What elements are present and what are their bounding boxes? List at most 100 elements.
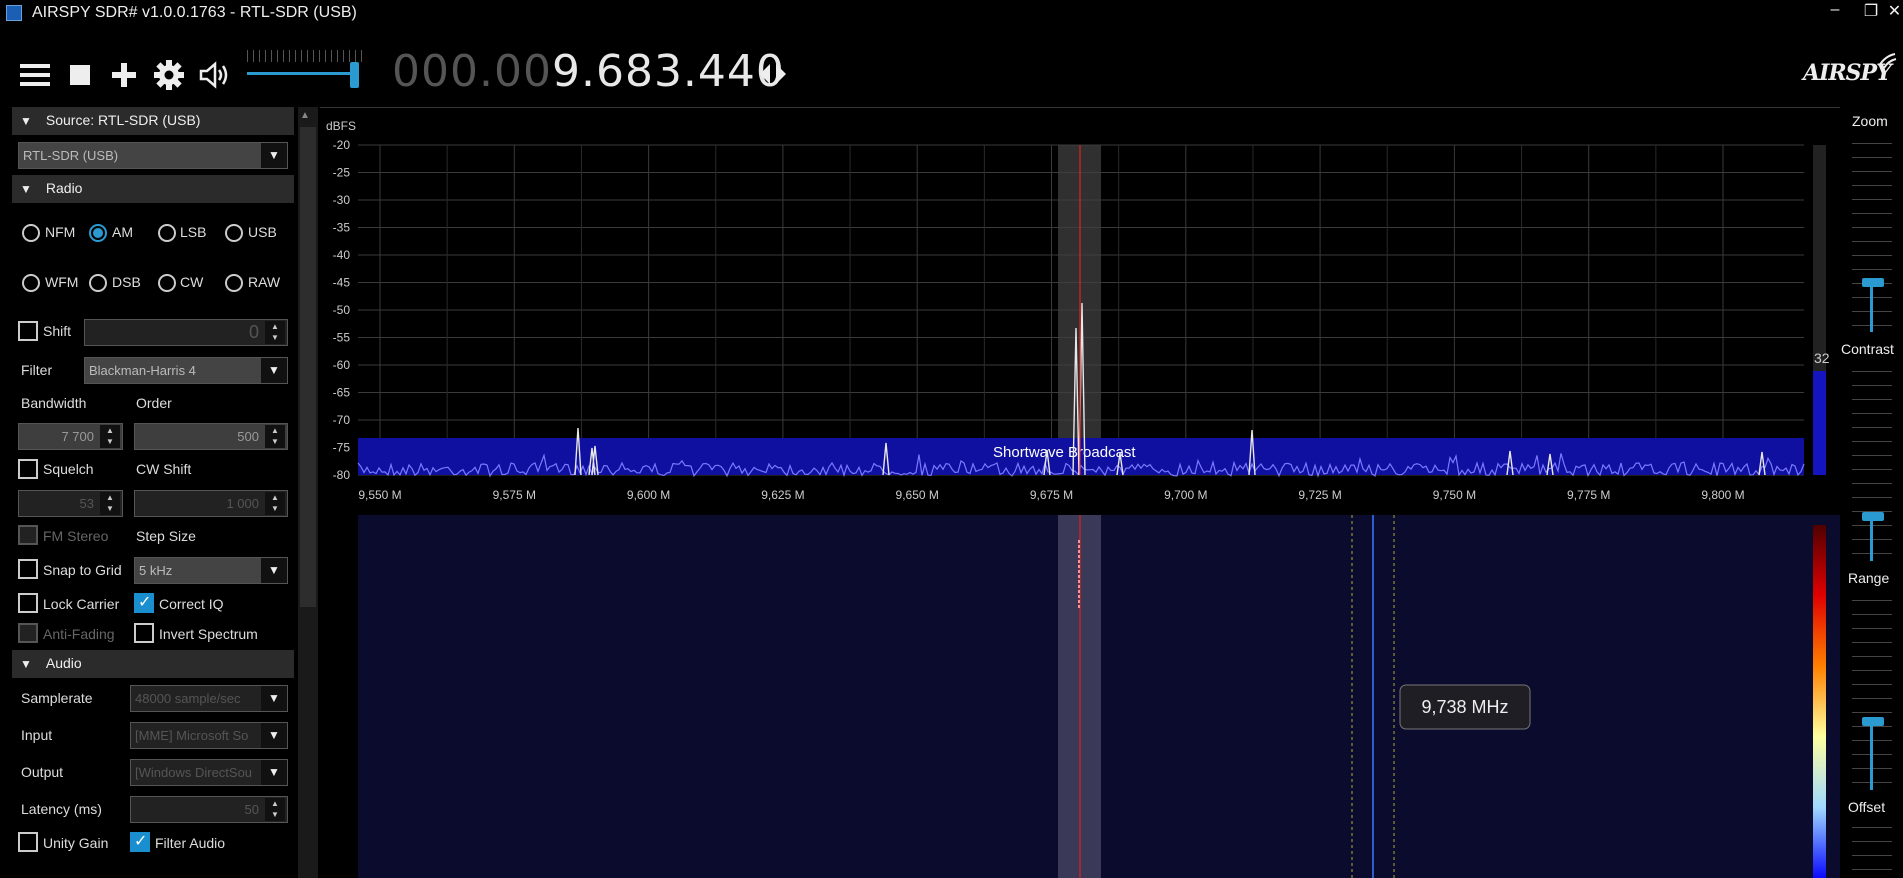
zoom-thumb[interactable] — [1862, 278, 1884, 287]
left-panel-scroll-thumb[interactable] — [300, 127, 316, 607]
volume-slider[interactable] — [247, 72, 357, 75]
anti-fading-checkbox[interactable] — [18, 623, 38, 643]
y-tick-label: -20 — [333, 138, 351, 152]
squelch-checkbox[interactable] — [18, 459, 38, 479]
radio-mode-am[interactable] — [89, 224, 107, 242]
bandwidth-field[interactable]: 7 700 ▲ ▼ — [18, 423, 123, 450]
samplerate-select[interactable]: 48000 sample/sec ▼ — [130, 685, 288, 712]
tune-arrows-icon[interactable] — [756, 57, 790, 91]
output-select[interactable]: [Windows DirectSou ▼ — [130, 759, 288, 786]
radio-mode-nfm[interactable] — [22, 224, 40, 242]
snap-to-grid-checkbox[interactable] — [18, 559, 38, 579]
filter-label: Filter — [21, 362, 53, 378]
waterfall-colormap — [1813, 525, 1826, 878]
squelch-label: Squelch — [43, 461, 94, 477]
order-field[interactable]: 500 ▲ ▼ — [134, 423, 288, 450]
radio-mode-lsb[interactable] — [158, 224, 176, 242]
chevron-down-icon: ▼ — [261, 358, 287, 383]
correct-iq-checkbox[interactable] — [134, 592, 154, 613]
filter-select[interactable]: Blackman-Harris 4 ▼ — [84, 357, 288, 384]
volume-thumb[interactable] — [350, 62, 359, 88]
samplerate-label: Samplerate — [21, 690, 93, 706]
spectrum-panel[interactable]: -20 -25 -30 -35 -40 -45 -50 -55 -60 -65 -70 -75 -80 … — [320, 107, 1840, 511]
fm-stereo-label: FM Stereo — [43, 528, 109, 544]
waterfall-plot[interactable]: 9,738 MHz — [320, 515, 1840, 878]
step-size-label: Step Size — [136, 528, 196, 544]
radio-mode-dsb[interactable] — [89, 274, 107, 292]
range-thumb[interactable] — [1862, 717, 1884, 726]
frequency-tooltip-text: 9,738 MHz — [1421, 697, 1508, 717]
menu-icon[interactable] — [18, 58, 52, 92]
spinner-icon[interactable]: ▲ ▼ — [265, 492, 285, 515]
radio-mode-wfm[interactable] — [22, 274, 40, 292]
speaker-icon[interactable] — [197, 58, 231, 92]
right-panel: Zoom Contrast Range Offset — [1840, 107, 1903, 878]
input-label: Input — [21, 727, 53, 743]
app-icon — [6, 5, 22, 21]
source-header-label: Source: RTL-SDR (USB) — [45, 112, 201, 128]
latency-value: 50 — [244, 802, 259, 817]
spinner-icon[interactable]: ▲ ▼ — [100, 492, 120, 515]
chevron-down-icon: ▼ — [261, 686, 287, 711]
invert-spectrum-label: Invert Spectrum — [159, 626, 258, 642]
stop-icon[interactable] — [63, 58, 97, 92]
spinner-icon[interactable]: ▲ ▼ — [100, 425, 120, 448]
input-select[interactable]: [MME] Microsoft So ▼ — [130, 722, 288, 749]
y-tick-label: -70 — [333, 413, 351, 427]
filter-audio-label: Filter Audio — [155, 835, 226, 851]
order-label: Order — [136, 395, 172, 411]
waterfall-panel[interactable]: 9,738 MHz — [320, 515, 1840, 878]
spinner-icon[interactable]: ▲ ▼ — [265, 425, 285, 448]
frequency-display[interactable]: 000.009.683.440 — [392, 46, 785, 97]
minimize-button[interactable]: – — [1820, 1, 1850, 19]
plus-icon[interactable] — [107, 58, 141, 92]
squelch-field[interactable]: 53 ▲ ▼ — [18, 490, 123, 517]
contrast-thumb[interactable] — [1862, 512, 1884, 521]
collapse-triangle-icon: ▼ — [20, 114, 32, 128]
radio-mode-usb[interactable] — [225, 224, 243, 242]
unity-gain-checkbox[interactable] — [18, 832, 38, 852]
mode-label-usb: USB — [248, 224, 277, 240]
y-tick-label: -40 — [333, 248, 351, 262]
y-tick-label: -25 — [333, 166, 351, 180]
gear-icon[interactable] — [152, 58, 186, 92]
scroll-up-icon[interactable]: ▲ — [300, 110, 310, 121]
invert-spectrum-checkbox[interactable] — [134, 623, 154, 643]
radio-mode-cw[interactable] — [158, 274, 176, 292]
zoom-slider[interactable] — [1870, 282, 1873, 332]
level-meter-fill — [1813, 371, 1826, 475]
y-tick-label: -80 — [333, 468, 351, 482]
x-tick-label: 9,675 M — [1030, 488, 1073, 502]
title-bar: AIRSPY SDR# v1.0.0.1763 - RTL-SDR (USB) … — [0, 0, 1903, 27]
left-panel: ▼ Source: RTL-SDR (USB) RTL-SDR (USB) ▼ ▼ R… — [12, 107, 294, 878]
source-device-select[interactable]: RTL-SDR (USB) ▼ — [18, 142, 288, 169]
step-size-select[interactable]: 5 kHz ▼ — [134, 557, 288, 584]
shift-checkbox[interactable] — [18, 321, 38, 341]
volume-ticks — [247, 50, 365, 62]
mode-label-nfm: NFM — [45, 224, 76, 240]
x-tick-label: 9,775 M — [1567, 488, 1610, 502]
contrast-label: Contrast — [1841, 341, 1894, 357]
close-button[interactable]: ✕ — [1886, 1, 1903, 21]
radio-section-header[interactable]: ▼ Radio — [12, 175, 294, 203]
radio-mode-raw[interactable] — [225, 274, 243, 292]
filter-audio-checkbox[interactable] — [130, 831, 150, 852]
lock-carrier-checkbox[interactable] — [18, 593, 38, 613]
y-tick-label: -45 — [333, 276, 351, 290]
shift-value-field[interactable]: 0 ▲ ▼ — [84, 319, 288, 346]
cw-shift-field[interactable]: 1 000 ▲ ▼ — [134, 490, 288, 517]
spinner-icon[interactable]: ▲ ▼ — [265, 798, 285, 821]
fm-stereo-checkbox[interactable] — [18, 525, 38, 545]
x-tick-label: 9,625 M — [761, 488, 804, 502]
contrast-slider[interactable] — [1870, 517, 1873, 561]
chevron-down-icon: ▼ — [261, 143, 287, 168]
x-tick-label: 9,550 M — [358, 488, 401, 502]
audio-section-header[interactable]: ▼ Audio — [12, 650, 294, 678]
range-slider[interactable] — [1870, 722, 1873, 790]
spinner-icon[interactable]: ▲ ▼ — [265, 321, 285, 344]
restore-button[interactable]: ❐ — [1856, 1, 1886, 21]
source-section-header[interactable]: ▼ Source: RTL-SDR (USB) — [12, 107, 294, 135]
level-readout: 32 — [1814, 350, 1830, 366]
latency-field[interactable]: 50 ▲ ▼ — [130, 796, 288, 823]
spectrum-plot[interactable]: -20-25-30-35-40-45-50-55-60-65-70-75-80 … — [320, 108, 1840, 512]
